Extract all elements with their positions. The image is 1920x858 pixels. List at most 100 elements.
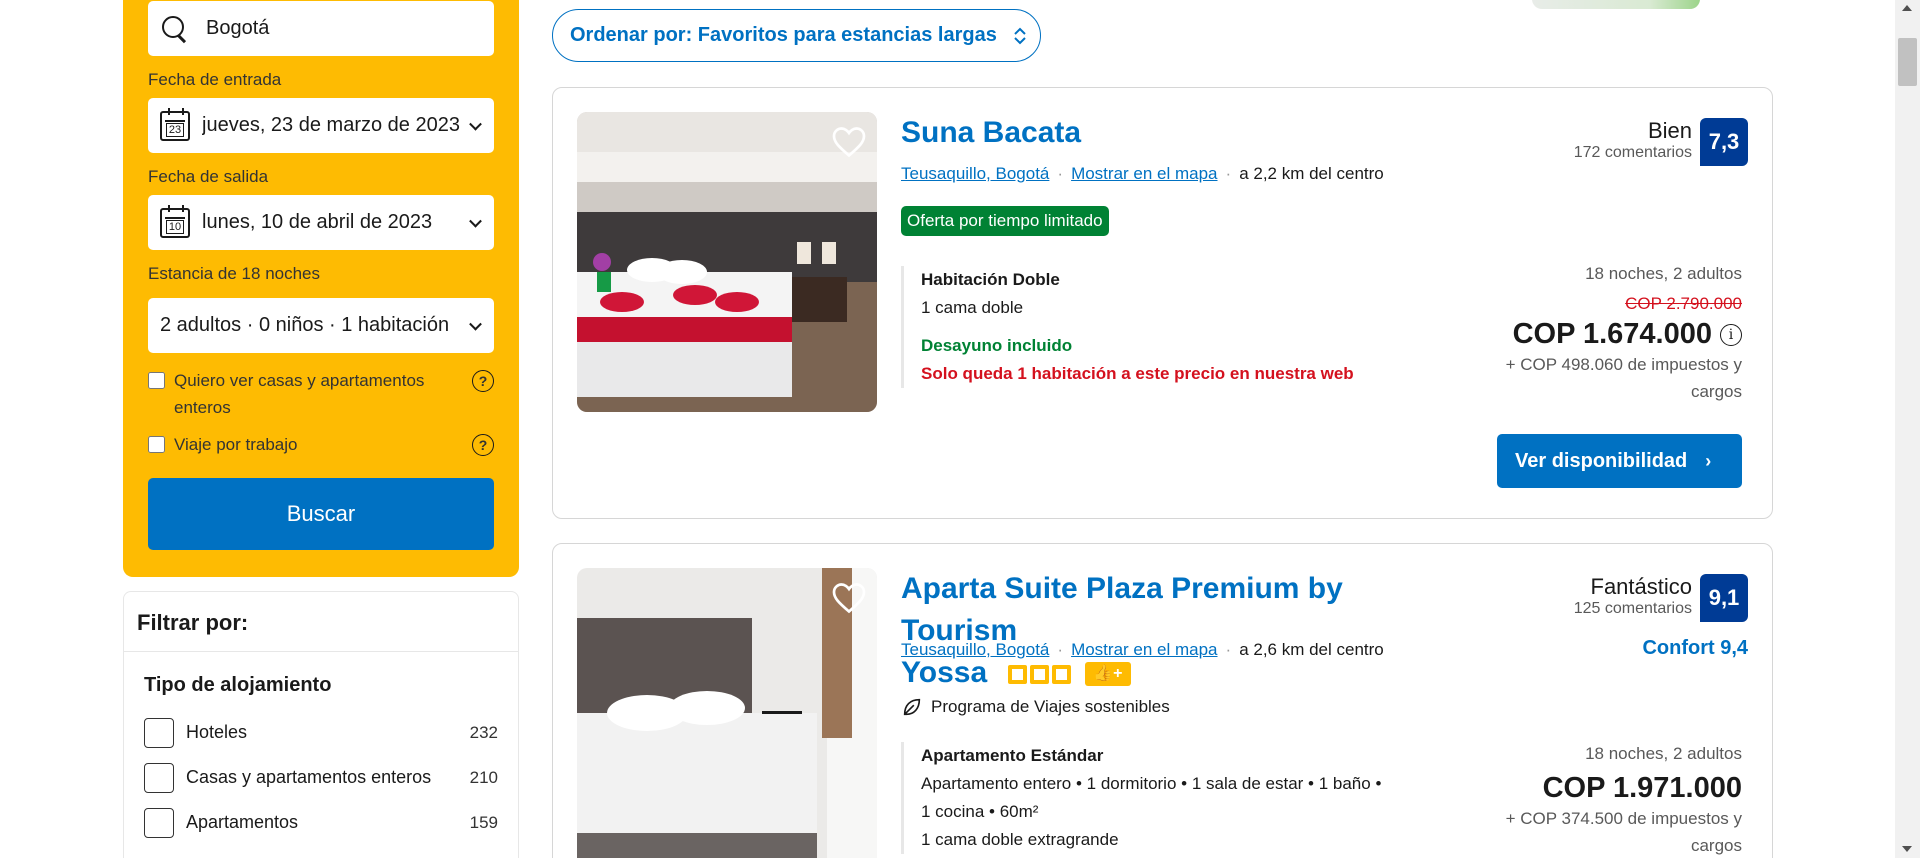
chevron-right-icon: › [1705,450,1712,471]
review-count: 172 comentarios [1573,144,1692,161]
room-title: Habitación Doble [921,270,1060,289]
star-icon [1051,664,1071,684]
taxes-text: + COP 498.060 de impuestos y cargos [1505,355,1742,401]
guests-field[interactable]: 2 adultos · 0 niños · 1 habitación [148,298,494,353]
property-photo[interactable] [577,568,877,858]
property-name[interactable]: Suna Bacata [901,112,1081,154]
score-badge: 7,3 [1700,118,1748,166]
favorite-heart-icon[interactable] [831,124,867,160]
property-card: Suna Bacata Teusaquillo, Bogotá · Mostra… [552,87,1773,519]
taxes-text: + COP 374.500 de impuestos y cargos [1505,809,1742,855]
location-row: Teusaquillo, Bogotá · Mostrar en el mapa… [901,640,1384,660]
show-on-map-link[interactable]: Mostrar en el mapa [1071,640,1217,660]
sustainability-label: Programa de Viajes sostenibles [931,697,1170,716]
filter-item-homes[interactable]: Casas y apartamentos enteros 210 [144,755,498,800]
location-link[interactable]: Teusaquillo, Bogotá [901,164,1049,184]
show-on-map-link[interactable]: Mostrar en el mapa [1071,164,1217,184]
calendar-icon: 23 [160,107,190,141]
original-price: COP 2.790.000 [1625,294,1742,313]
homes-checkbox[interactable] [148,372,165,389]
separator-dot: · [1057,640,1064,659]
filter-item-count: 232 [469,722,498,742]
checkin-field[interactable]: 23 jueves, 23 de marzo de 2023 [148,98,494,153]
sustainability-row: Programa de Viajes sostenibles [901,696,1170,718]
property-name[interactable]: Aparta Suite Plaza Premium by Tourism Yo… [901,568,1461,694]
room-detail: Apartamento entero • 1 dormitorio • 1 sa… [921,774,1382,793]
filter-group-property-type: Tipo de alojamiento Hoteles 232 Casas y … [124,652,518,845]
rating-stars [1007,664,1071,684]
work-checkbox-label: Viaje por trabajo [174,435,298,454]
property-card: Aparta Suite Plaza Premium by Tourism Yo… [552,543,1773,858]
destination-value: Bogotá [206,17,270,39]
property-name-line2: Yossa [901,656,988,689]
chevron-down-icon [469,117,482,131]
chevron-down-icon [469,214,482,228]
checkout-field[interactable]: 10 lunes, 10 de abril de 2023 [148,195,494,250]
see-availability-label: Ver disponibilidad [1515,449,1688,472]
filter-item-apartments[interactable]: Apartamentos 159 [144,800,498,845]
score-badge: 9,1 [1700,574,1748,622]
favorite-heart-icon[interactable] [831,580,867,616]
thumbs-up-plus-icon[interactable]: 👍+ [1084,662,1131,687]
distance-text: a 2,6 km del centro [1239,640,1384,659]
filter-group-title: Tipo de alojamiento [144,674,332,696]
checkin-value: jueves, 23 de marzo de 2023 [202,114,460,136]
filter-item-count: 159 [469,812,498,832]
breakfast-included: Desayuno incluido [921,336,1073,355]
room-detail: 1 cama doble [921,298,1024,317]
review-count: 125 comentarios [1573,600,1692,617]
filter-checkbox[interactable] [144,762,174,793]
scroll-thumb[interactable] [1898,38,1917,86]
nights-guests: 18 noches, 2 adultos [1585,744,1742,763]
deal-badge: Oferta por tiempo limitado [901,206,1109,236]
scarcity-message: Solo queda 1 habitación a este precio en… [921,364,1354,383]
sort-label: Ordenar por: Favoritos para estancias la… [570,24,997,46]
review-score[interactable]: Bien 172 comentarios 7,3 [1574,118,1748,166]
page-scrollbar[interactable] [1895,0,1920,858]
leaf-icon [903,698,921,716]
filter-checkbox[interactable] [144,807,174,838]
homes-checkbox-label: Quiero ver casas y apartamentos enteros [174,371,425,417]
homes-checkbox-row[interactable]: Quiero ver casas y apartamentos enteros … [148,367,494,421]
filter-checkbox[interactable] [144,717,174,748]
review-score[interactable]: Fantástico 125 comentarios 9,1 [1574,574,1748,622]
search-button[interactable]: Buscar [148,478,494,550]
search-panel: Bogotá Fecha de entrada 23 jueves, 23 de… [123,0,519,577]
room-detail: 1 cocina • 60m² [921,802,1039,821]
chevron-down-icon [469,317,482,331]
room-info: Habitación Doble 1 cama doble Desayuno i… [901,266,1354,388]
price-block: 18 noches, 2 adultos COP 1.971.000 + COP… [1482,744,1742,858]
property-photo[interactable] [577,112,877,412]
filter-item-label: Apartamentos [186,812,299,832]
star-icon [1007,664,1027,684]
price-block: 18 noches, 2 adultos COP 2.790.000 COP 1… [1482,264,1742,405]
separator-dot: · [1225,164,1232,183]
checkout-label: Fecha de salida [148,167,269,186]
current-price-row: COP 1.674.000 i [1482,318,1742,351]
destination-input[interactable]: Bogotá [148,1,494,56]
score-word: Bien [1647,118,1692,143]
work-checkbox[interactable] [148,436,165,453]
scroll-down-arrow-icon[interactable] [1902,846,1912,852]
location-row: Teusaquillo, Bogotá · Mostrar en el mapa… [901,164,1384,184]
help-icon[interactable]: ? [472,434,494,456]
help-icon[interactable]: ? [472,370,494,392]
filter-item-count: 210 [469,767,498,787]
sort-button[interactable]: Ordenar por: Favoritos para estancias la… [552,9,1041,62]
work-checkbox-row[interactable]: Viaje por trabajo ? [148,431,494,458]
filter-item-label: Hoteles [186,722,248,742]
info-icon[interactable]: i [1720,323,1742,346]
filter-item-hotels[interactable]: Hoteles 232 [144,710,498,755]
separator-dot: · [1225,640,1232,659]
location-link[interactable]: Teusaquillo, Bogotá [901,640,1049,660]
room-title: Apartamento Estándar [921,746,1104,765]
nights-guests: 18 noches, 2 adultos [1585,264,1742,283]
map-preview[interactable] [1532,0,1700,9]
room-detail: 1 cama doble extragrande [921,830,1119,849]
filters-panel: Filtrar por: Tipo de alojamiento Hoteles… [123,591,519,858]
calendar-icon: 10 [160,204,190,238]
scroll-up-arrow-icon[interactable] [1902,5,1912,11]
see-availability-button[interactable]: Ver disponibilidad › [1497,434,1742,488]
current-price: COP 1.971.000 [1542,772,1742,804]
search-icon [162,15,188,42]
